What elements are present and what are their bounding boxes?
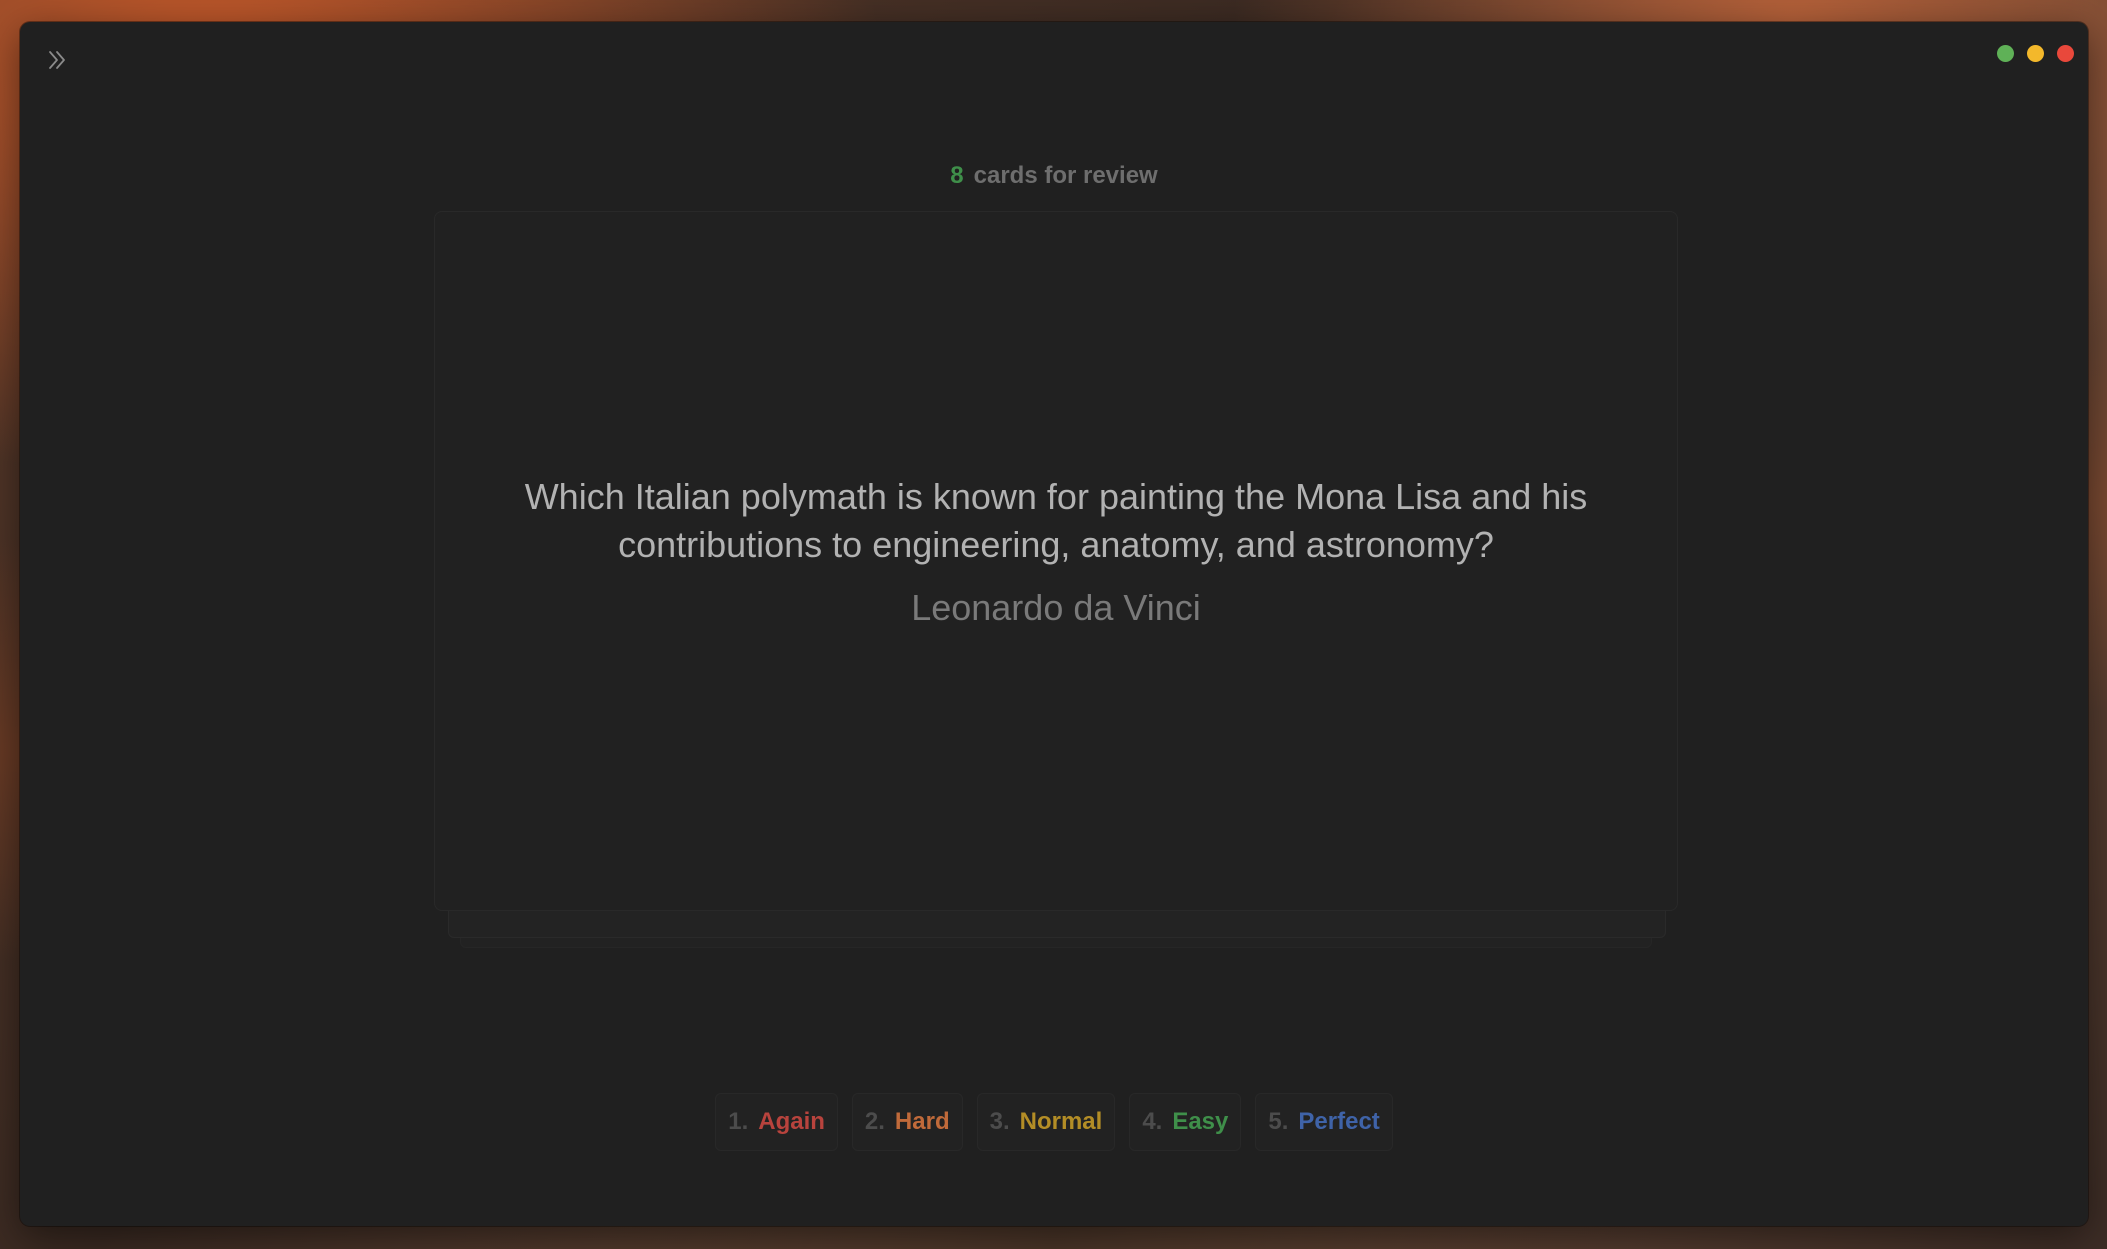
- review-count-header: 8 cards for review: [20, 162, 2088, 190]
- window-close-button[interactable]: [2057, 45, 2074, 62]
- rating-number: 5.: [1268, 1108, 1289, 1135]
- rating-label: Again: [758, 1108, 825, 1135]
- rating-buttons: 1. Again 2. Hard 3. Normal 4. Easy 5. Pe…: [20, 1093, 2088, 1151]
- rating-again-button[interactable]: 1. Again: [715, 1093, 838, 1151]
- rating-number: 3.: [989, 1108, 1010, 1135]
- app-window: 8 cards for review Which Italian polymath…: [20, 22, 2088, 1226]
- rating-number: 2.: [864, 1108, 885, 1135]
- double-chevron-right-icon[interactable]: [44, 46, 72, 74]
- review-count-number: 8: [950, 162, 964, 189]
- rating-number: 4.: [1142, 1108, 1163, 1135]
- rating-perfect-button[interactable]: 5. Perfect: [1255, 1093, 1393, 1151]
- window-minimize-button[interactable]: [2027, 45, 2044, 62]
- window-controls: [1997, 45, 2074, 62]
- rating-label: Easy: [1172, 1108, 1229, 1135]
- window-zoom-button[interactable]: [1997, 45, 2014, 62]
- review-count-label: cards for review: [973, 162, 1158, 189]
- rating-label: Perfect: [1298, 1108, 1380, 1135]
- card-answer: Leonardo da Vinci: [911, 587, 1201, 628]
- rating-number: 1.: [728, 1108, 749, 1135]
- rating-easy-button[interactable]: 4. Easy: [1129, 1093, 1242, 1151]
- rating-normal-button[interactable]: 3. Normal: [976, 1093, 1116, 1151]
- flashcard[interactable]: Which Italian polymath is known for pain…: [434, 211, 1678, 911]
- rating-label: Hard: [894, 1108, 950, 1135]
- card-question: Which Italian polymath is known for pain…: [524, 476, 1588, 565]
- rating-label: Normal: [1019, 1108, 1103, 1135]
- rating-hard-button[interactable]: 2. Hard: [851, 1093, 963, 1151]
